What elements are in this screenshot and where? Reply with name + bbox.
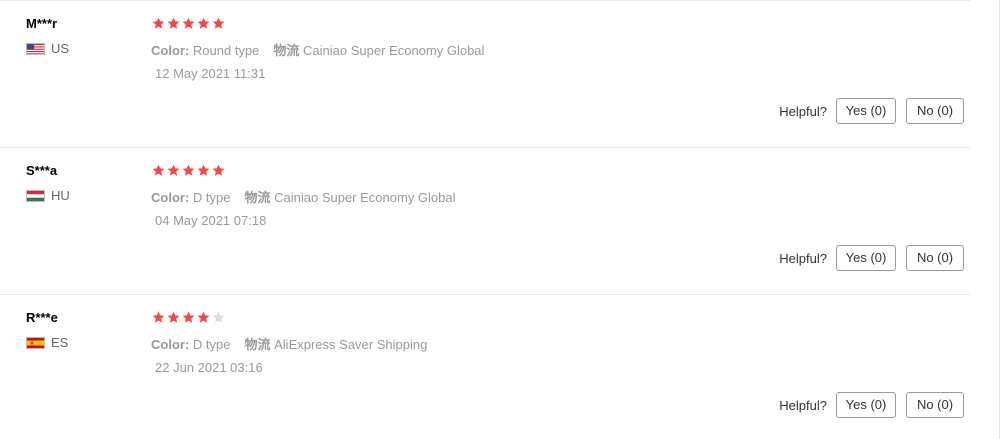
star-empty-icon xyxy=(212,311,225,324)
us-flag-icon xyxy=(26,42,45,55)
es-flag-icon xyxy=(26,336,45,349)
color-label: Color: xyxy=(151,190,190,205)
logistics-value: Cainiao Super Economy Global xyxy=(274,190,456,205)
review-date: 12 May 2021 11:31 xyxy=(155,66,266,81)
reviewer-name: M***r xyxy=(26,16,58,31)
review-attributes: Color: D type 物流 AliExpress Saver Shippin… xyxy=(151,334,427,353)
star-filled-icon xyxy=(197,311,210,324)
review-item: R***e ES Color: D type 物流 AliExpress Save… xyxy=(0,295,970,439)
logistics-value: AliExpress Saver Shipping xyxy=(274,337,428,352)
color-value: Round type xyxy=(192,43,260,58)
star-filled-icon xyxy=(197,17,210,30)
star-filled-icon xyxy=(197,164,210,177)
star-rating xyxy=(152,17,225,30)
helpful-yes-button[interactable]: Yes (0) xyxy=(836,98,896,124)
color-value: D type xyxy=(192,190,231,205)
logistics-label: 物流 xyxy=(273,43,300,58)
helpful-voting: Helpful? Yes (0) No (0) xyxy=(779,245,964,271)
helpful-label: Helpful? xyxy=(779,250,827,266)
logistics-label: 物流 xyxy=(244,337,271,352)
helpful-no-button[interactable]: No (0) xyxy=(906,392,964,418)
hu-flag-icon xyxy=(26,189,45,202)
reviewer-country: US xyxy=(26,41,69,56)
color-label: Color: xyxy=(151,43,190,58)
star-filled-icon xyxy=(152,311,165,324)
star-filled-icon xyxy=(152,17,165,30)
review-date: 04 May 2021 07:18 xyxy=(155,213,267,228)
review-attributes: Color: D type 物流 Cainiao Super Economy Gl… xyxy=(151,187,456,206)
helpful-label: Helpful? xyxy=(779,103,827,119)
star-filled-icon xyxy=(167,311,180,324)
star-filled-icon xyxy=(167,164,180,177)
helpful-yes-button[interactable]: Yes (0) xyxy=(836,245,896,271)
country-code: ES xyxy=(51,335,69,350)
reviewer-country: HU xyxy=(26,188,70,203)
country-code: HU xyxy=(51,188,70,203)
country-code: US xyxy=(51,41,70,56)
helpful-no-button[interactable]: No (0) xyxy=(906,98,964,124)
color-label: Color: xyxy=(151,337,190,352)
star-filled-icon xyxy=(212,164,225,177)
star-filled-icon xyxy=(152,164,165,177)
star-rating xyxy=(152,164,225,177)
star-filled-icon xyxy=(182,164,195,177)
helpful-no-button[interactable]: No (0) xyxy=(906,245,964,271)
star-filled-icon xyxy=(182,311,195,324)
reviewer-name: S***a xyxy=(26,163,58,178)
reviewer-country: ES xyxy=(26,335,68,350)
reviews-page: M***r US Color: Round type 物流 Cainiao Sup… xyxy=(0,0,1000,439)
logistics-label: 物流 xyxy=(244,190,271,205)
reviewer-name: R***e xyxy=(26,310,58,325)
helpful-label: Helpful? xyxy=(779,397,827,413)
helpful-voting: Helpful? Yes (0) No (0) xyxy=(779,98,964,124)
star-rating xyxy=(152,311,225,324)
review-attributes: Color: Round type 物流 Cainiao Super Econom… xyxy=(151,40,484,59)
helpful-voting: Helpful? Yes (0) No (0) xyxy=(779,392,964,418)
star-filled-icon xyxy=(212,17,225,30)
review-item: S***a HU Color: D type 物流 Cainiao Super E… xyxy=(0,148,970,295)
logistics-value: Cainiao Super Economy Global xyxy=(303,43,485,58)
helpful-yes-button[interactable]: Yes (0) xyxy=(836,392,896,418)
star-filled-icon xyxy=(182,17,195,30)
review-date: 22 Jun 2021 03:16 xyxy=(155,360,263,375)
review-item: M***r US Color: Round type 物流 Cainiao Sup… xyxy=(0,1,970,148)
color-value: D type xyxy=(192,337,231,352)
star-filled-icon xyxy=(167,17,180,30)
